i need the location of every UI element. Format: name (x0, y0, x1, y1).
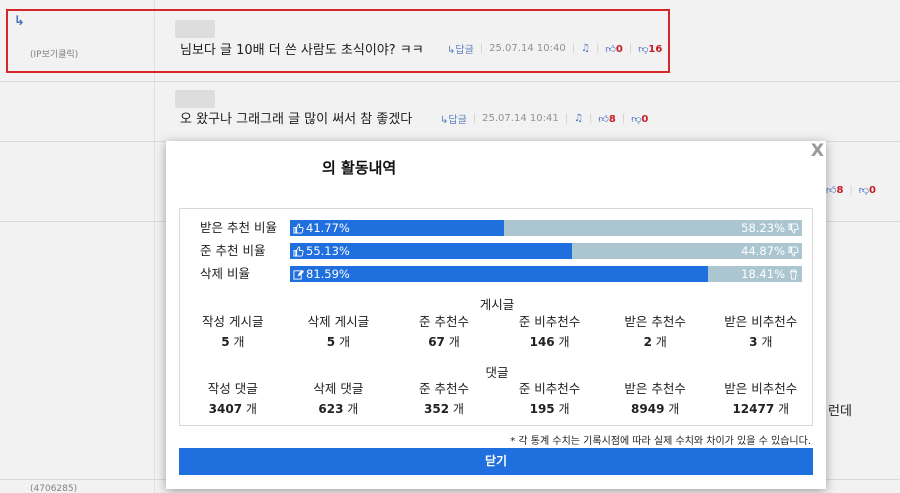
stat-value: 5 개 (180, 332, 286, 352)
stat-unit: 개 (757, 335, 773, 349)
stat-received-downvotes: 받은 비추천수 12477 개 (708, 379, 814, 419)
stat-unit: 개 (444, 335, 460, 349)
close-button[interactable]: 닫기 (179, 448, 813, 475)
stat-label: 받은 추천수 (624, 314, 686, 329)
ratio-bar: 41.77% 58.23% (290, 220, 802, 236)
stat-number: 2 (643, 335, 652, 349)
ratio-left-value: 81.59% (306, 267, 350, 281)
stat-value: 8949 개 (602, 399, 708, 419)
ratio-deleted: 삭제 비율 81.59% 18.41% (180, 265, 814, 282)
stat-unit: 개 (343, 402, 359, 416)
ratio-right: 58.23% (741, 220, 799, 236)
ratio-right: 44.87% (741, 243, 799, 259)
stat-unit: 개 (242, 402, 257, 416)
stat-number: 352 (424, 402, 450, 416)
stat-unit: 개 (664, 402, 680, 416)
stat-unit: 개 (554, 402, 570, 416)
stat-written-posts: 작성 게시글 5 개 (180, 312, 286, 352)
stat-written-comments: 작성 댓글 3407 개 (180, 379, 286, 419)
stat-number: 146 (529, 335, 555, 349)
stat-value: 352 개 (391, 399, 497, 419)
posts-section-title: 게시글 (479, 297, 515, 312)
modal-title: 의 활동내역 (322, 159, 397, 177)
thumbs-down-icon (788, 245, 799, 257)
stat-label: 준 추천수 (418, 314, 469, 329)
ratio-left-value: 55.13% (306, 244, 350, 258)
ratio-label: 삭제 비율 (200, 266, 250, 281)
ratio-given-votes: 준 추천 비율 55.13% 44.87% (180, 242, 814, 259)
stat-number: 3 (749, 335, 758, 349)
stat-value: 195 개 (497, 399, 603, 419)
stat-label: 받은 추천수 (624, 381, 686, 396)
ratio-label: 받은 추천 비율 (200, 220, 277, 235)
ratio-left-value: 41.77% (306, 221, 350, 235)
stat-number: 5 (221, 335, 230, 349)
close-icon[interactable]: X (811, 141, 824, 161)
stat-unit: 개 (651, 335, 667, 349)
stat-number: 12477 (732, 402, 775, 416)
stat-label: 준 추천수 (418, 381, 469, 396)
stat-unit: 개 (554, 335, 570, 349)
stat-number: 67 (428, 335, 445, 349)
thumbs-down-icon (788, 222, 799, 234)
stat-value: 67 개 (391, 332, 497, 352)
stat-unit: 개 (335, 335, 350, 349)
stat-number: 5 (326, 335, 336, 349)
stat-value: 146 개 (497, 332, 603, 352)
stat-label: 준 비추천수 (518, 314, 581, 329)
stat-given-downvotes: 준 비추천수 195 개 (497, 379, 603, 419)
ratio-left: 41.77% (293, 220, 350, 236)
thumbs-up-icon (293, 245, 304, 257)
stat-unit: 개 (229, 335, 245, 349)
stat-label: 받은 비추천수 (724, 381, 798, 396)
stat-value: 623 개 (286, 399, 392, 419)
stat-number: 8949 (631, 402, 665, 416)
ratio-right-value: 44.87% (741, 244, 785, 258)
stat-unit: 개 (449, 402, 464, 416)
stat-received-upvotes: 받은 추천수 8949 개 (602, 379, 708, 419)
stat-number: 623 (318, 402, 344, 416)
stat-received-upvotes: 받은 추천수 2 개 (602, 312, 708, 352)
ratio-left: 55.13% (293, 243, 350, 259)
ratio-bar-fill (290, 266, 708, 282)
activity-modal: X 의 활동내역 받은 추천 비율 41.77% 58.23% 준 추천 비율 (166, 141, 826, 489)
stat-label: 삭제 댓글 (313, 381, 364, 396)
ratio-bar: 55.13% 44.87% (290, 243, 802, 259)
ratio-label: 준 추천 비율 (200, 243, 266, 258)
stat-value: 3 개 (708, 332, 814, 352)
ratio-left: 81.59% (293, 266, 350, 282)
stat-given-upvotes: 준 추천수 67 개 (391, 312, 497, 352)
stat-deleted-posts: 삭제 게시글 5 개 (286, 312, 392, 352)
stat-number: 195 (529, 402, 555, 416)
edit-icon (293, 269, 304, 280)
comments-stats: 작성 댓글 3407 개 삭제 댓글 623 개 준 추천수 352 개 준 비… (180, 379, 814, 419)
stat-given-upvotes: 준 추천수 352 개 (391, 379, 497, 419)
stat-value: 2 개 (602, 332, 708, 352)
stat-label: 작성 댓글 (207, 381, 258, 396)
stat-value: 12477 개 (708, 399, 814, 419)
ratio-received-votes: 받은 추천 비율 41.77% 58.23% (180, 219, 814, 236)
thumbs-up-icon (293, 222, 304, 234)
ratio-right: 18.41% (741, 266, 799, 282)
stat-label: 받은 비추천수 (724, 314, 798, 329)
stat-deleted-comments: 삭제 댓글 623 개 (286, 379, 392, 419)
stat-label: 삭제 게시글 (307, 314, 370, 329)
stat-number: 3407 (208, 402, 243, 416)
stat-unit: 개 (774, 402, 790, 416)
disclaimer-note: * 각 통계 수치는 기록시점에 따라 실제 수치와 차이가 있을 수 있습니다… (510, 436, 811, 447)
stat-label: 작성 게시글 (202, 314, 264, 329)
ratio-bar: 81.59% 18.41% (290, 266, 802, 282)
trash-icon (789, 268, 798, 280)
posts-stats: 작성 게시글 5 개 삭제 게시글 5 개 준 추천수 67 개 준 비추천수 … (180, 312, 814, 352)
stat-value: 5 개 (286, 332, 392, 352)
ratio-right-value: 18.41% (741, 267, 785, 281)
stat-value: 3407 개 (180, 399, 286, 419)
stat-given-downvotes: 준 비추천수 146 개 (497, 312, 603, 352)
stat-received-downvotes: 받은 비추천수 3 개 (708, 312, 814, 352)
stats-panel: 받은 추천 비율 41.77% 58.23% 준 추천 비율 55.13% 44… (179, 208, 813, 426)
stat-label: 준 비추천수 (518, 381, 581, 396)
ratio-right-value: 58.23% (741, 221, 785, 235)
